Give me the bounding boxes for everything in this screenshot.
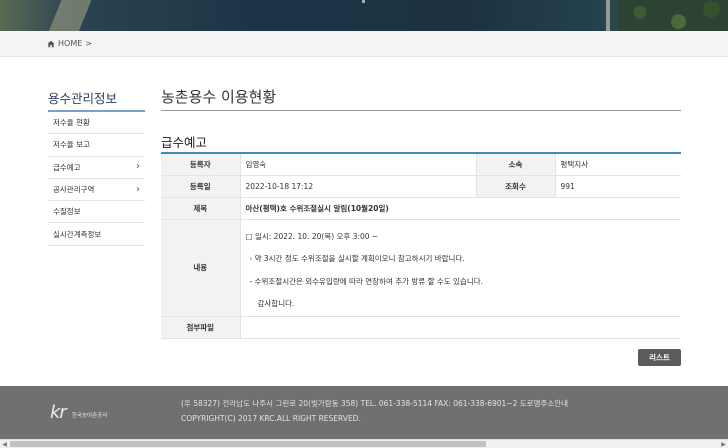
footer: kr 한국농어촌공사 <box>0 386 728 439</box>
chevron-right-icon: › <box>136 161 140 173</box>
section-title: 급수예고 <box>161 135 208 150</box>
sidebar-item-label: 저수율 현황 <box>53 118 90 128</box>
sidebar-item-realtime-measure[interactable]: 실시간계측정보 <box>48 223 145 246</box>
list-button[interactable]: 리스트 <box>638 349 681 366</box>
attachment-value <box>240 316 681 339</box>
date-value: 2022-10-18 17:12 <box>240 175 477 198</box>
breadcrumb-home[interactable]: HOME <box>58 39 82 48</box>
scrollbar-thumb[interactable] <box>10 441 486 447</box>
home-icon <box>47 40 55 47</box>
breadcrumb-bar: HOME > <box>0 31 728 57</box>
table-row: 제목 아산(평택)호 수위조절실시 알림(10월20일) <box>161 197 681 220</box>
krc-logo: kr 한국농어촌공사 <box>50 402 107 423</box>
table-row: 등록자 임영숙 소속 평택지사 <box>161 153 681 176</box>
footer-copyright: COPYRIGHT(C) 2017 KRC.ALL RIGHT RESERVED… <box>181 414 361 423</box>
sidebar-item-label: 공사관리구역 <box>53 185 95 195</box>
breadcrumb: HOME > <box>47 39 92 48</box>
attachment-label: 첨부파일 <box>161 316 241 339</box>
table-row: 등록일 2022-10-18 17:12 조회수 991 <box>161 175 681 198</box>
views-label: 조회수 <box>476 175 556 198</box>
sidebar-menu: 저수율 현황 저수율 보고 급수예고 › 공사관리구역 › 수질정보 실시간계측… <box>48 112 145 246</box>
table-row: 내용 □ 일시: 2022. 10. 20(목) 오후 3:00 ~ - 약 3… <box>161 219 681 317</box>
views-value: 991 <box>555 175 681 198</box>
subject-label: 제목 <box>161 197 241 220</box>
banner-trees <box>618 0 728 31</box>
sidebar-item-reservoir-report[interactable]: 저수율 보고 <box>48 134 145 157</box>
logo-mark: kr <box>50 402 67 423</box>
breadcrumb-separator: > <box>85 39 92 48</box>
footer-address: (우 58327) 전라남도 나주시 그린로 20(빛가람동 358) TEL.… <box>181 399 569 408</box>
author-label: 등록자 <box>161 153 241 176</box>
notice-detail-table: 등록자 임영숙 소속 평택지사 등록일 2022-10-18 17:12 조회수… <box>161 152 681 339</box>
subject-value: 아산(평택)호 수위조절실시 알림(10월20일) <box>240 197 681 220</box>
banner-detail <box>362 0 365 3</box>
content-body: □ 일시: 2022. 10. 20(목) 오후 3:00 ~ - 약 3시간 … <box>240 219 681 317</box>
scroll-left-icon[interactable]: ◀ <box>0 440 9 448</box>
date-label: 등록일 <box>161 175 241 198</box>
sidebar-item-management-area[interactable]: 공사관리구역 › <box>48 179 145 202</box>
sidebar-item-label: 급수예고 <box>53 162 81 172</box>
page-title: 농촌용수 이용현황 <box>161 88 277 106</box>
table-row: 첨부파일 <box>161 316 681 339</box>
logo-text: 한국농어촌공사 <box>71 413 108 419</box>
sidebar-item-water-supply-notice[interactable]: 급수예고 › <box>48 157 145 179</box>
sidebar-item-label: 실시간계측정보 <box>53 229 102 239</box>
page-title-divider <box>161 110 681 111</box>
sidebar-item-water-quality[interactable]: 수질정보 <box>48 201 145 224</box>
content-label: 내용 <box>161 219 241 317</box>
sidebar-item-label: 저수율 보고 <box>53 140 90 150</box>
chevron-right-icon: › <box>136 183 140 195</box>
scroll-right-icon[interactable]: ▶ <box>719 440 728 448</box>
content-line: - 수위조절시간은 외수유입량에 따라 연장하여 추가 방류 할 수도 있습니다… <box>249 276 484 286</box>
header-banner <box>0 0 728 31</box>
banner-road <box>606 0 610 31</box>
content-line: - 약 3시간 정도 수위조절을 실시할 계획이오니 참고하시기 바랍니다. <box>249 254 465 263</box>
author-value: 임영숙 <box>240 153 477 176</box>
office-value: 평택지사 <box>555 153 681 176</box>
sidebar-title: 용수관리정보 <box>48 91 118 106</box>
office-label: 소속 <box>476 153 556 176</box>
banner-shoreline <box>46 0 94 31</box>
sidebar-item-reservoir-status[interactable]: 저수율 현황 <box>48 112 145 135</box>
sidebar-item-label: 수질정보 <box>53 207 81 217</box>
horizontal-scrollbar[interactable]: ◀ ▶ <box>0 439 728 448</box>
content-line: 감사합니다. <box>257 299 295 308</box>
content-line: □ 일시: 2022. 10. 20(목) 오후 3:00 ~ <box>245 231 379 241</box>
